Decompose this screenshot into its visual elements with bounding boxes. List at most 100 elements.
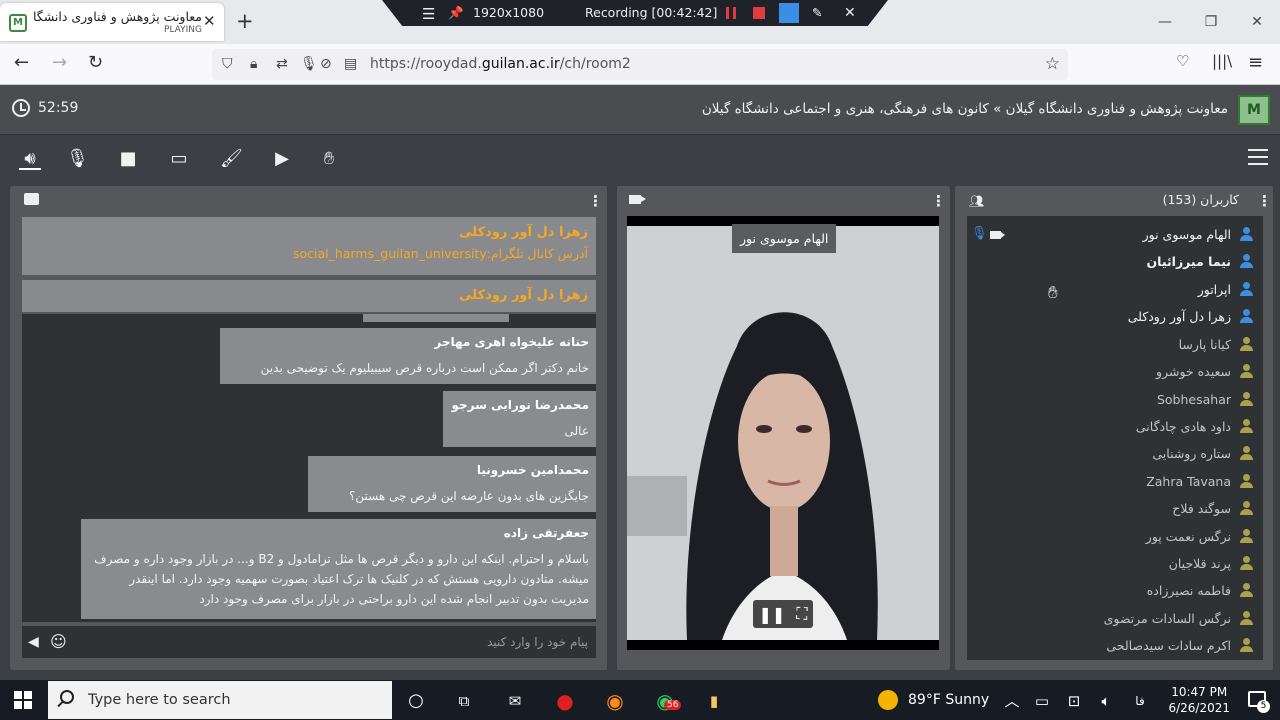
user-row[interactable]: کیانا پارسا [967,332,1263,359]
user-row[interactable]: پرند قلاجیان [967,551,1263,578]
user-row[interactable]: اپراتور [967,277,1263,304]
send-icon[interactable]: ◀ [28,634,39,650]
chat-panel: ⋮ زهرا دل آور رودکلی آدرس کانال تلگرام:s… [10,186,607,670]
user-row[interactable]: زهرا دل آور رودکلی [967,304,1263,331]
user-icon [1239,529,1253,543]
raise-hand-icon[interactable]: ✋︎ [318,148,340,170]
notification-icon[interactable]: ▤ [344,56,357,72]
user-name: ستاره روشنایی [1152,446,1231,461]
chat-input[interactable]: پیام خود را وارد کنید ◀ ☺ [22,626,596,658]
mic-muted-icon[interactable]: 🎙︎ [66,148,89,170]
users-options-icon[interactable]: ⋮ [1257,192,1272,210]
forward-icon[interactable]: → [52,52,67,73]
user-row[interactable]: نرگس نعمت پور [967,524,1263,551]
list-item: محمدامین خسرونیا جایگزین های بدون عارضه … [308,456,596,512]
pause-recording-icon[interactable] [726,7,736,19]
bookmark-star-icon[interactable]: ☆ [1045,54,1060,74]
menu-lines-icon[interactable]: ☰ [422,5,435,23]
volume-icon[interactable]: 🔈︎ [1094,689,1118,713]
video-options-icon[interactable]: ⋮ [931,192,946,210]
user-icon [1239,501,1253,515]
new-tab-icon[interactable]: + [236,9,254,33]
screen-recorder-icon[interactable]: ● [553,689,577,713]
pause-video-icon[interactable]: ❚❚ [758,605,785,624]
notification-center-icon[interactable]: 5 [1248,691,1270,713]
video-header: ⋮ [617,186,950,214]
video-stream[interactable]: الهام موسوی نور ❚❚ ⛶ [627,216,939,650]
task-view-icon[interactable]: ⧉ [452,689,476,713]
screen-share-icon[interactable]: ▭ [168,148,190,170]
taskbar-clock[interactable]: 10:47 PM 6/26/2021 [1168,684,1230,716]
sun-icon [878,690,898,710]
language-indicator[interactable]: فا [1128,689,1152,713]
emoji-icon[interactable]: ☺ [50,632,67,651]
back-icon[interactable]: ← [14,52,29,73]
minimize-icon[interactable]: — [1142,0,1188,44]
microphone-permission-icon[interactable]: 🎙︎ [300,56,318,72]
shield-icon[interactable]: ⛉ [222,56,233,72]
tab-close-icon[interactable]: ✕ [203,12,216,30]
pinned-message: زهرا دل آور رودکلی آدرس کانال تلگرام:soc… [22,217,596,275]
library-icon[interactable]: |||\ [1212,52,1232,70]
message-author: حنانه علیخواه اهری مهاجر [434,335,589,349]
fullscreen-icon[interactable]: ⛶ [796,604,807,624]
close-recorder-icon[interactable]: ✕ [844,5,856,21]
pen-icon[interactable]: ✎ [812,5,822,20]
windows-taskbar: Type here to search ○ ⧉ ✉ ● ◉ ◉ 56 ▮ 89°… [0,680,1280,720]
user-row[interactable]: سعیده خوشرو [967,359,1263,386]
user-row[interactable]: اکرم سادات سیدصالحی [967,633,1263,660]
chat-message-list[interactable]: حنانه علیخواه اهری مهاجر خانم دکتر اگر م… [22,314,596,622]
camera-icon[interactable]: ■ [117,148,139,170]
user-row[interactable]: Zahra Tavana [967,469,1263,496]
stop-recording-icon[interactable] [753,7,765,19]
user-row[interactable]: فاطمه نصیرزاده [967,578,1263,605]
windows-start-icon[interactable] [14,691,32,709]
user-row[interactable]: الهام موسوی نور 🎙︎ [967,222,1263,249]
pin-icon[interactable]: 📌 [448,5,464,21]
user-row[interactable]: Sobhesahar [967,387,1263,414]
chat-icon [24,193,39,205]
weather-widget[interactable]: 89°F Sunny [878,690,989,710]
file-explorer-icon[interactable]: ▮ [702,689,726,713]
recording-status: Recording [00:42:42] [585,5,718,20]
brush-icon[interactable]: 🖌︎ [220,148,243,170]
video-panel: ⋮ الهام موسوی نور ❚❚ ⛶ [617,186,950,670]
mic-on-icon: 🎙︎ [971,226,988,241]
mail-icon[interactable]: ✉ [503,689,527,713]
browser-tab[interactable]: M معاونت پژوهش و فناوری دانشگاه PLAYING … [0,3,224,41]
user-list[interactable]: الهام موسوی نور 🎙︎ نیما میرزائیان اپراتو… [967,216,1263,660]
cortana-icon[interactable]: ○ [404,689,428,713]
chat-options-icon[interactable]: ⋮ [588,192,603,210]
whatsapp-badge: 56 [664,700,682,710]
user-row[interactable]: ستاره روشنایی [967,441,1263,468]
user-row[interactable]: داود هادی چادگانی [967,414,1263,441]
restore-icon[interactable]: ❐ [1188,0,1234,44]
camera-blocked-icon[interactable]: ⊘ [320,56,332,72]
battery-icon[interactable]: ▭ [1030,689,1054,713]
permissions-icon[interactable]: ⇄ [276,56,288,72]
reload-icon[interactable]: ↻ [88,52,103,73]
firefox-icon[interactable]: ◉ [603,689,627,713]
record-mode-icon[interactable] [779,3,799,23]
user-row[interactable]: نرگس السادات مرتضوی [967,606,1263,633]
window-close-icon[interactable]: ✕ [1234,0,1280,44]
user-row[interactable]: سوگند فلاح [967,496,1263,523]
user-row[interactable]: نیما میرزائیان [967,249,1263,276]
browser-menu-icon[interactable]: ≡ [1248,52,1263,73]
taskbar-search-input[interactable]: Type here to search [48,681,392,719]
pinned-author: زهرا دل آور رودکلی [459,288,588,303]
speaker-icon[interactable]: 🔊︎ [19,148,41,170]
webcam-image [627,226,939,640]
address-bar[interactable]: ⛉ 🔒︎ ⇄ 🎙︎ ⊘ ▤ https://rooydad.guilan.ac.… [212,49,1068,80]
message-author: محمدرضا نورایی سرجو [451,398,589,412]
lock-icon[interactable]: 🔒︎ [250,56,257,72]
list-item: جعفرتقی زاده باسلام و احترام. اینکه این … [81,519,596,619]
play-media-icon[interactable]: ▶ [271,148,293,170]
hamburger-menu-icon[interactable] [1248,149,1268,165]
user-icon [1239,254,1253,268]
show-hidden-icons-icon[interactable]: ︿ [1000,689,1024,713]
url-text: https://rooydad.guilan.ac.ir/ch/room2 [370,56,631,72]
network-icon[interactable]: ⊡ [1062,689,1086,713]
pocket-icon[interactable]: ♡ [1176,52,1189,70]
pinned-text: آدرس کانال تلگرام:social_harms_guilan_un… [292,246,588,261]
